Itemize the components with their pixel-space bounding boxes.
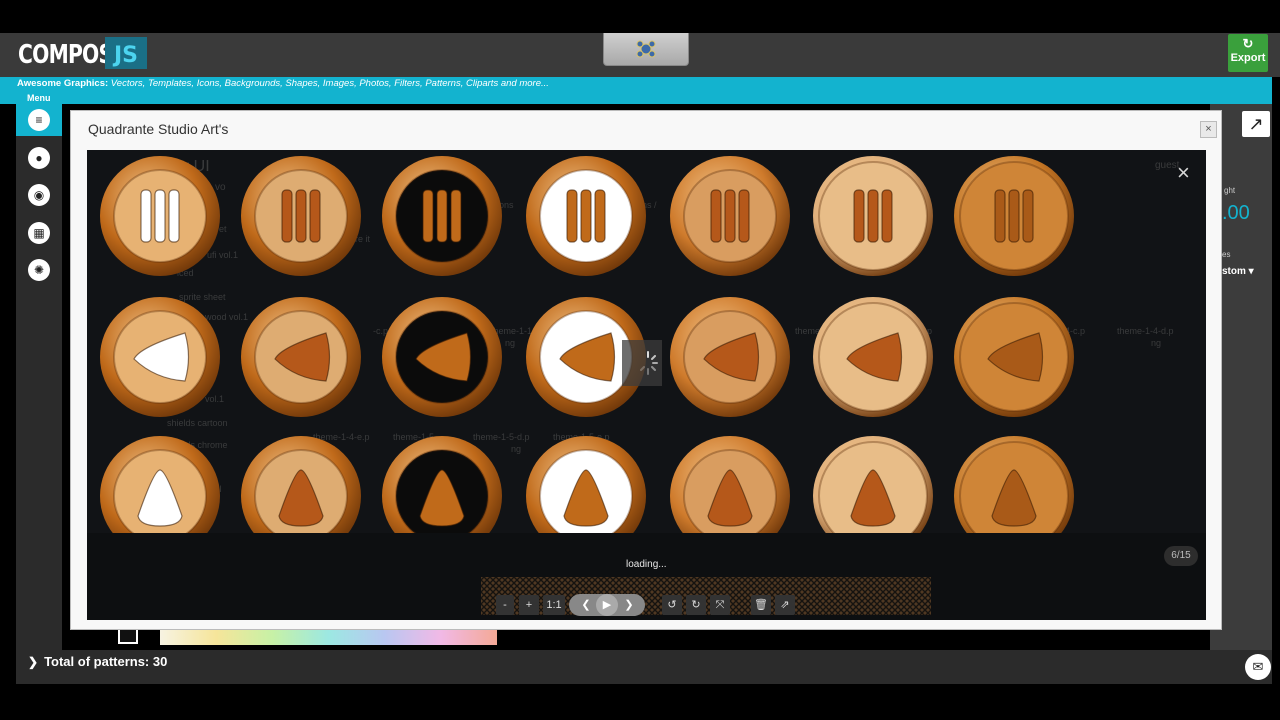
pattern-thumbnail[interactable] — [241, 436, 361, 533]
pattern-thumbnail[interactable] — [813, 297, 933, 417]
total-patterns-toggle[interactable]: ❯ Total of patterns: 30 — [28, 654, 167, 669]
pause-icon — [422, 189, 462, 243]
rotate-right-icon[interactable]: ↻ — [686, 595, 706, 615]
pattern-thumbnail[interactable] — [954, 297, 1074, 417]
pattern-thumbnail[interactable] — [813, 156, 933, 276]
color-swatch[interactable] — [118, 628, 138, 644]
tagline: Awesome Graphics: Vectors, Templates, Ic… — [17, 78, 549, 89]
menu-icon[interactable]: ≡ — [28, 109, 50, 131]
pattern-thumbnail[interactable] — [382, 156, 502, 276]
camera-icon[interactable]: ◉ — [28, 184, 50, 206]
logo-badge-icon: JS — [105, 37, 147, 69]
grid-icon[interactable]: ▦ — [28, 222, 50, 244]
loading-text: loading... — [626, 559, 667, 570]
export-button[interactable]: ↻ Export — [1228, 34, 1268, 72]
pattern-thumbnail[interactable] — [382, 297, 502, 417]
actual-size-button[interactable]: 1:1 — [543, 595, 565, 615]
user-icon[interactable]: ● — [28, 147, 50, 169]
fullscreen-icon[interactable]: ⤧ — [710, 595, 730, 615]
bottom-bar — [16, 650, 1272, 684]
trash-icon[interactable]: 🗑 — [751, 595, 771, 615]
right-panel-label-2: es — [1222, 250, 1231, 259]
pattern-thumbnail[interactable] — [241, 156, 361, 276]
pattern-thumbnail[interactable] — [526, 436, 646, 533]
svg-text:JS: JS — [112, 43, 138, 68]
logo-switch-button[interactable] — [603, 33, 689, 66]
next-icon[interactable]: ❯ — [619, 595, 639, 615]
gear-icon[interactable]: ✺ — [28, 259, 50, 281]
right-panel-label: ght — [1224, 186, 1236, 195]
pattern-thumbnail[interactable] — [670, 156, 790, 276]
pattern-thumbnail[interactable] — [813, 436, 933, 533]
pattern-thumbnail[interactable] — [241, 297, 361, 417]
play-icon[interactable]: ▶ — [596, 594, 618, 616]
zoom-in-button[interactable]: + — [519, 595, 539, 615]
slide-counter: 6/15 — [1164, 546, 1198, 566]
right-panel-value[interactable]: .00 — [1222, 202, 1250, 225]
modal-close-button[interactable]: × — [1200, 121, 1217, 138]
pattern-thumbnail[interactable] — [100, 297, 220, 417]
pause-icon — [140, 189, 180, 243]
pattern-thumbnail[interactable] — [954, 156, 1074, 276]
chevron-right-icon: ❯ — [28, 655, 39, 669]
pause-icon — [994, 189, 1034, 243]
refresh-icon: ↻ — [1242, 36, 1254, 51]
pattern-thumbnail[interactable] — [954, 436, 1074, 533]
pause-icon — [566, 189, 606, 243]
pause-icon — [281, 189, 321, 243]
zoom-out-button[interactable]: - — [496, 595, 514, 615]
pause-icon — [710, 189, 750, 243]
viewer-close-icon[interactable]: × — [1177, 160, 1190, 186]
pattern-thumbnail[interactable] — [382, 436, 502, 533]
custom-dropdown[interactable]: stom ▾ — [1222, 266, 1254, 277]
pattern-thumbnail[interactable] — [670, 297, 790, 417]
mail-icon[interactable]: ✉ — [1245, 654, 1271, 680]
color-gradient-bar[interactable] — [160, 630, 497, 645]
pause-icon — [853, 189, 893, 243]
open-external-icon[interactable]: ⇗ — [775, 595, 795, 615]
spinner-icon — [622, 340, 662, 386]
expand-arrow-icon[interactable]: ↗ — [1242, 111, 1270, 137]
pattern-thumbnail[interactable] — [100, 436, 220, 533]
pattern-thumbnail[interactable] — [100, 156, 220, 276]
modal-title: Quadrante Studio Art's — [88, 121, 229, 137]
rotate-left-icon[interactable]: ↺ — [662, 595, 682, 615]
pattern-thumbnail[interactable] — [670, 436, 790, 533]
hex-logo-icon — [636, 40, 656, 58]
menu-label: Menu — [27, 93, 51, 103]
prev-icon[interactable]: ❮ — [576, 595, 596, 615]
pattern-thumbnail[interactable] — [526, 156, 646, 276]
